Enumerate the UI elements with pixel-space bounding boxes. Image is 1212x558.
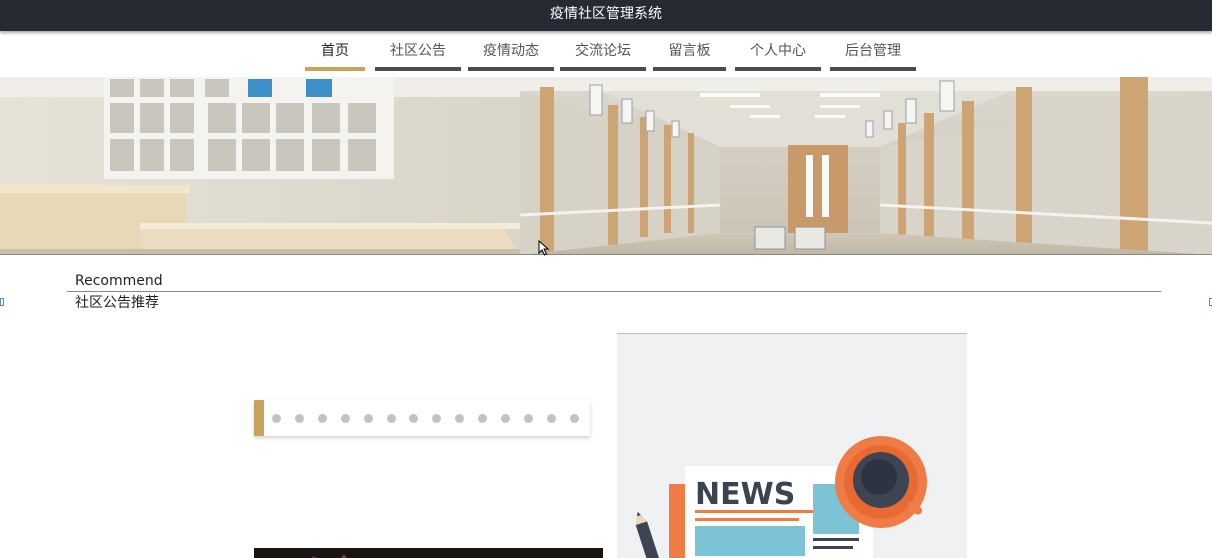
pagination-dot[interactable] bbox=[523, 414, 533, 423]
nav-tab-message-board[interactable]: 留言板 bbox=[653, 36, 726, 71]
nav-tab-home[interactable]: 首页 bbox=[305, 36, 365, 71]
carousel-pagination bbox=[254, 400, 590, 436]
scroll-left-marker-icon[interactable] bbox=[0, 298, 4, 306]
nav-tab-forum[interactable]: 交流论坛 bbox=[560, 36, 646, 71]
nav-tab-epidemic-news[interactable]: 疫情动态 bbox=[468, 36, 554, 71]
notice-thumbnail-image[interactable] bbox=[254, 548, 603, 558]
pagination-dot[interactable] bbox=[455, 414, 465, 423]
recommend-section-header: Recommend 社区公告推荐 bbox=[67, 272, 1161, 312]
top-bar: 疫情社区管理系统 bbox=[0, 0, 1212, 31]
main-nav: 首页 社区公告 疫情动态 交流论坛 留言板 个人中心 后台管理 bbox=[0, 36, 1212, 72]
pagination-dot[interactable] bbox=[569, 414, 579, 423]
section-divider bbox=[67, 291, 1161, 292]
nav-tab-admin[interactable]: 后台管理 bbox=[830, 36, 916, 71]
pagination-dot[interactable] bbox=[272, 414, 281, 423]
pagination-dot[interactable] bbox=[294, 414, 304, 423]
pagination-dot[interactable] bbox=[478, 414, 488, 423]
app-title: 疫情社区管理系统 bbox=[550, 6, 662, 22]
pagination-dot[interactable] bbox=[386, 414, 396, 423]
pagination-dot[interactable] bbox=[363, 414, 373, 423]
nav-tab-community-notice[interactable]: 社区公告 bbox=[375, 36, 461, 71]
nav-tab-personal-center[interactable]: 个人中心 bbox=[735, 36, 821, 71]
pagination-dot[interactable] bbox=[409, 414, 419, 423]
mouse-cursor-icon bbox=[538, 239, 550, 260]
pagination-dot[interactable] bbox=[432, 414, 442, 423]
section-title-cn: 社区公告推荐 bbox=[75, 295, 159, 311]
hero-banner-image bbox=[0, 77, 1212, 255]
pagination-accent-bar bbox=[254, 400, 264, 436]
pagination-dot[interactable] bbox=[546, 414, 556, 423]
pagination-dot[interactable] bbox=[340, 414, 350, 423]
pagination-dot[interactable] bbox=[317, 414, 327, 423]
section-title-en: Recommend bbox=[75, 273, 163, 289]
news-thumbnail-image[interactable]: NEWS bbox=[617, 333, 967, 558]
pagination-dot[interactable] bbox=[501, 414, 510, 423]
news-image-title: NEWS bbox=[695, 477, 795, 512]
